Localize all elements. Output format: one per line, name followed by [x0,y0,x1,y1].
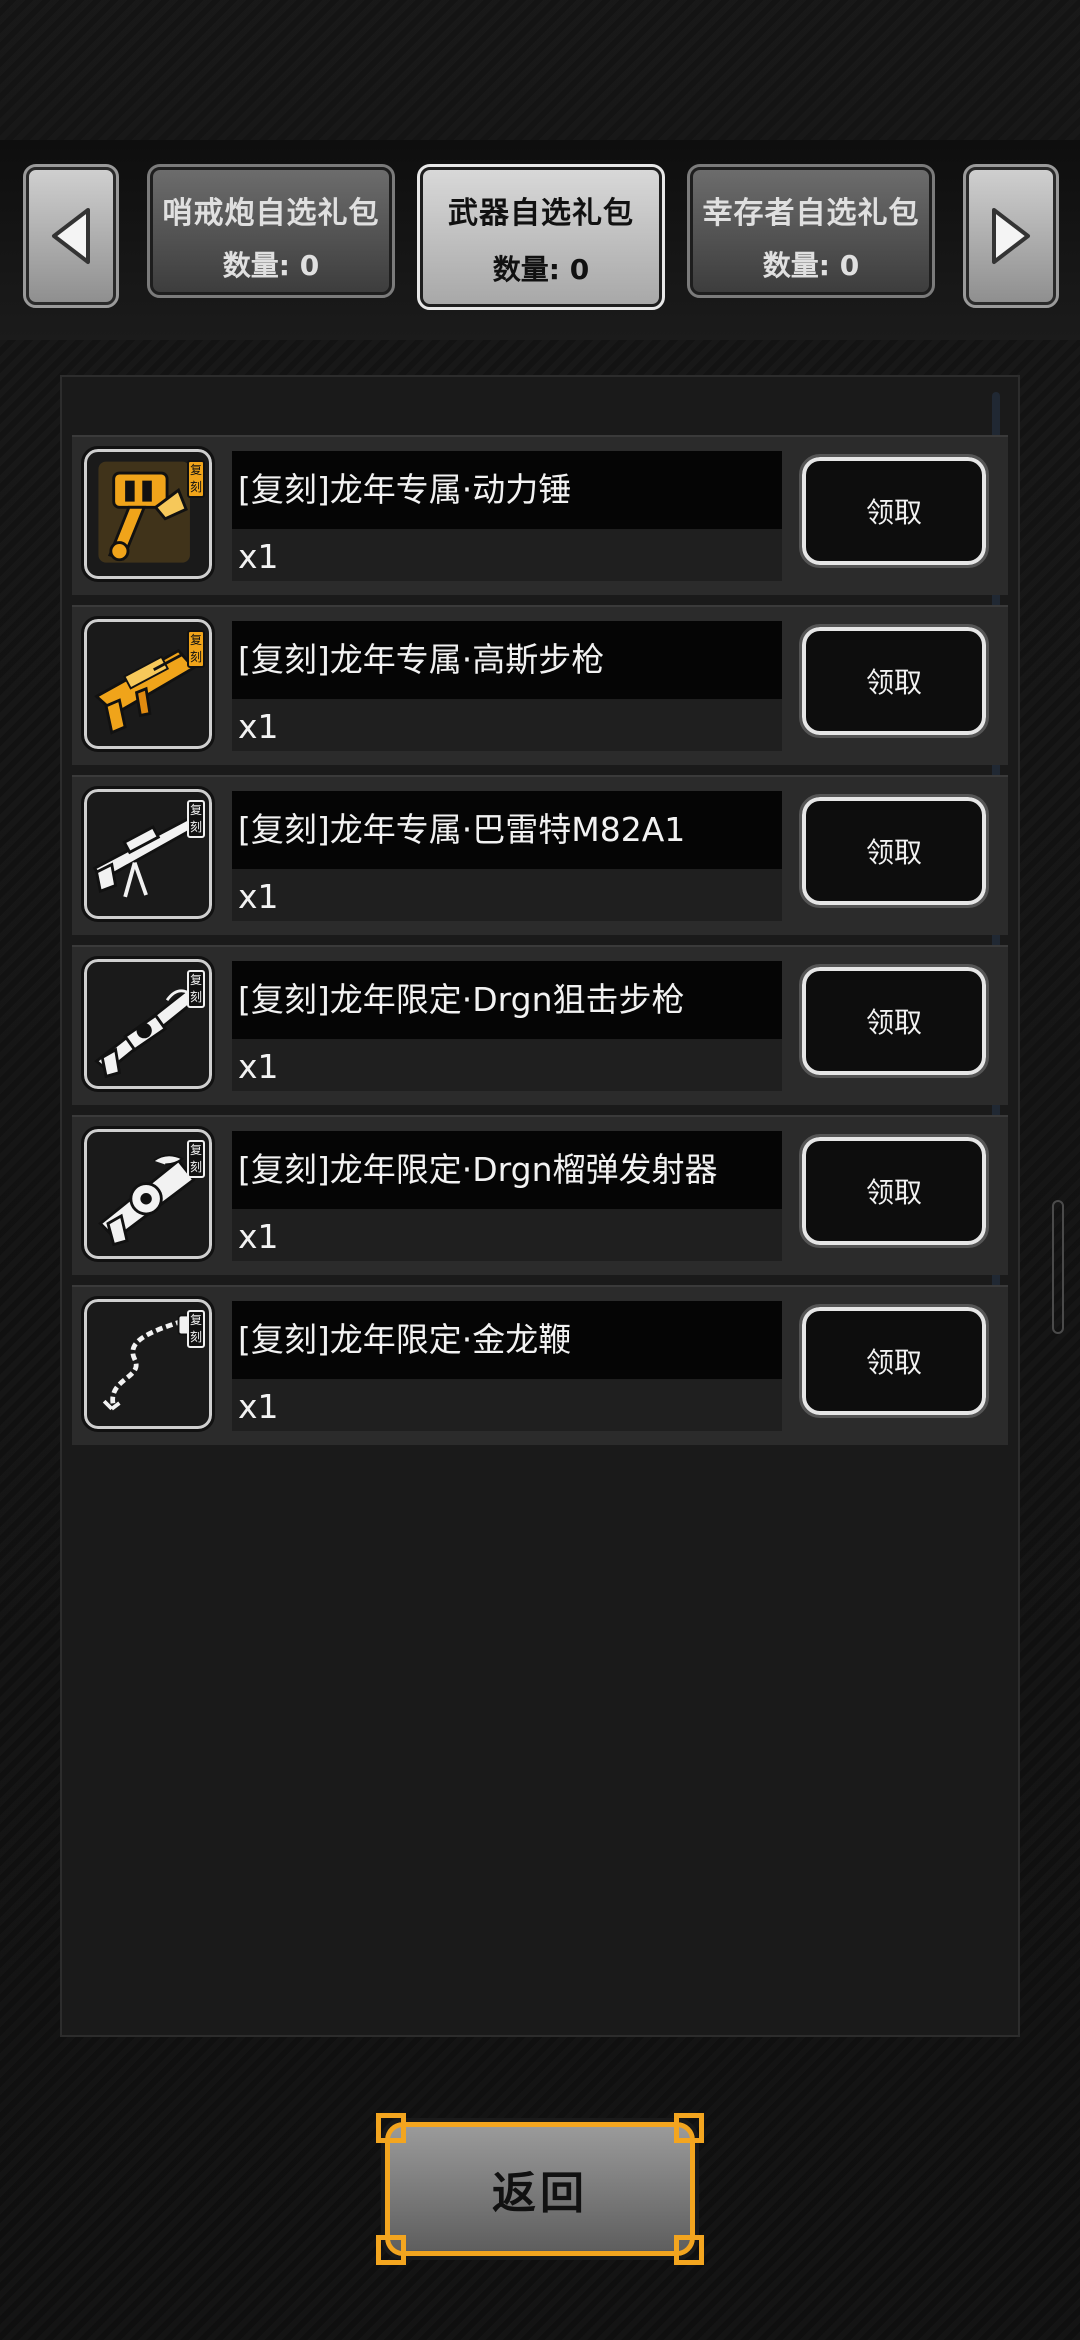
tab-weapon-pack[interactable]: 武器自选礼包 数量: 0 [417,164,665,310]
item-info: [复刻]龙年限定·金龙鞭 x1 [232,1301,782,1431]
list-item: 复刻 [复刻]龙年专属·巴雷特M82A1 x1 领取 [72,775,1008,935]
item-icon-frame: 复刻 [81,616,215,752]
item-name: [复刻]龙年专属·动力锤 [232,451,782,529]
list-item: 复刻 [复刻]龙年限定·Drgn榴弹发射器 x1 领取 [72,1115,1008,1275]
tab-label: 武器自选礼包 [448,196,634,231]
item-name: [复刻]龙年专属·高斯步枪 [232,621,782,699]
tab-label: 幸存者自选礼包 [702,196,920,231]
reissue-badge: 复刻 [187,1310,205,1348]
item-name: [复刻]龙年限定·Drgn榴弹发射器 [232,1131,782,1209]
arrow-left-icon [52,208,90,264]
reissue-badge: 复刻 [187,1140,205,1178]
claim-button[interactable]: 领取 [799,794,989,908]
back-button-label: 返回 [492,2168,588,2219]
item-quantity: x1 [238,1387,279,1426]
item-info: [复刻]龙年专属·高斯步枪 x1 [232,621,782,751]
arrow-right-icon [992,208,1030,264]
reissue-badge: 复刻 [187,460,205,498]
item-quantity: x1 [238,537,279,576]
list-item: 复刻 [复刻]龙年专属·高斯步枪 x1 领取 [72,605,1008,765]
list-item: 复刻 [复刻]龙年限定·金龙鞭 x1 领取 [72,1285,1008,1445]
item-info: [复刻]龙年专属·巴雷特M82A1 x1 [232,791,782,921]
gift-pack-screen: 哨戒炮自选礼包 数量: 0 武器自选礼包 数量: 0 幸存者自选礼包 数量: 0 [0,0,1080,2340]
item-icon-frame: 复刻 [81,956,215,1092]
item-name: [复刻]龙年限定·Drgn狙击步枪 [232,961,782,1039]
tab-quantity: 数量: 0 [762,249,860,282]
reissue-badge: 复刻 [187,970,205,1008]
item-quantity: x1 [238,1217,279,1256]
item-icon-frame: 复刻 [81,446,215,582]
item-info: [复刻]龙年限定·Drgn狙击步枪 x1 [232,961,782,1091]
item-icon-frame: 复刻 [81,786,215,922]
page-scroll-indicator[interactable] [1052,1200,1064,1334]
tab-quantity: 数量: 0 [222,249,320,282]
prev-tab-button[interactable] [23,164,119,308]
list-item: 复刻 [复刻]龙年限定·Drgn狙击步枪 x1 领取 [72,945,1008,1105]
item-quantity: x1 [238,877,279,916]
item-name: [复刻]龙年限定·金龙鞭 [232,1301,782,1379]
reissue-badge: 复刻 [187,630,205,668]
item-icon-frame: 复刻 [81,1296,215,1432]
item-quantity: x1 [238,707,279,746]
claim-button[interactable]: 领取 [799,624,989,738]
corner-ornament [376,2113,406,2143]
back-button[interactable]: 返回 [376,2113,704,2265]
corner-ornament [376,2235,406,2265]
item-quantity: x1 [238,1047,279,1086]
tab-survivor-pack[interactable]: 幸存者自选礼包 数量: 0 [687,164,935,298]
reissue-badge: 复刻 [187,800,205,838]
item-icon-frame: 复刻 [81,1126,215,1262]
claim-button[interactable]: 领取 [799,1304,989,1418]
item-name: [复刻]龙年专属·巴雷特M82A1 [232,791,782,869]
item-info: [复刻]龙年限定·Drgn榴弹发射器 x1 [232,1131,782,1261]
corner-ornament [674,2113,704,2143]
next-tab-button[interactable] [963,164,1059,308]
item-info: [复刻]龙年专属·动力锤 x1 [232,451,782,581]
tab-sentry-gun-pack[interactable]: 哨戒炮自选礼包 数量: 0 [147,164,395,298]
claim-button[interactable]: 领取 [799,454,989,568]
claim-button[interactable]: 领取 [799,1134,989,1248]
corner-ornament [674,2235,704,2265]
tab-quantity: 数量: 0 [492,253,590,286]
list-item: 复刻 [复刻]龙年专属·动力锤 x1 领取 [72,435,1008,595]
claim-button[interactable]: 领取 [799,964,989,1078]
tab-label: 哨戒炮自选礼包 [162,196,380,231]
